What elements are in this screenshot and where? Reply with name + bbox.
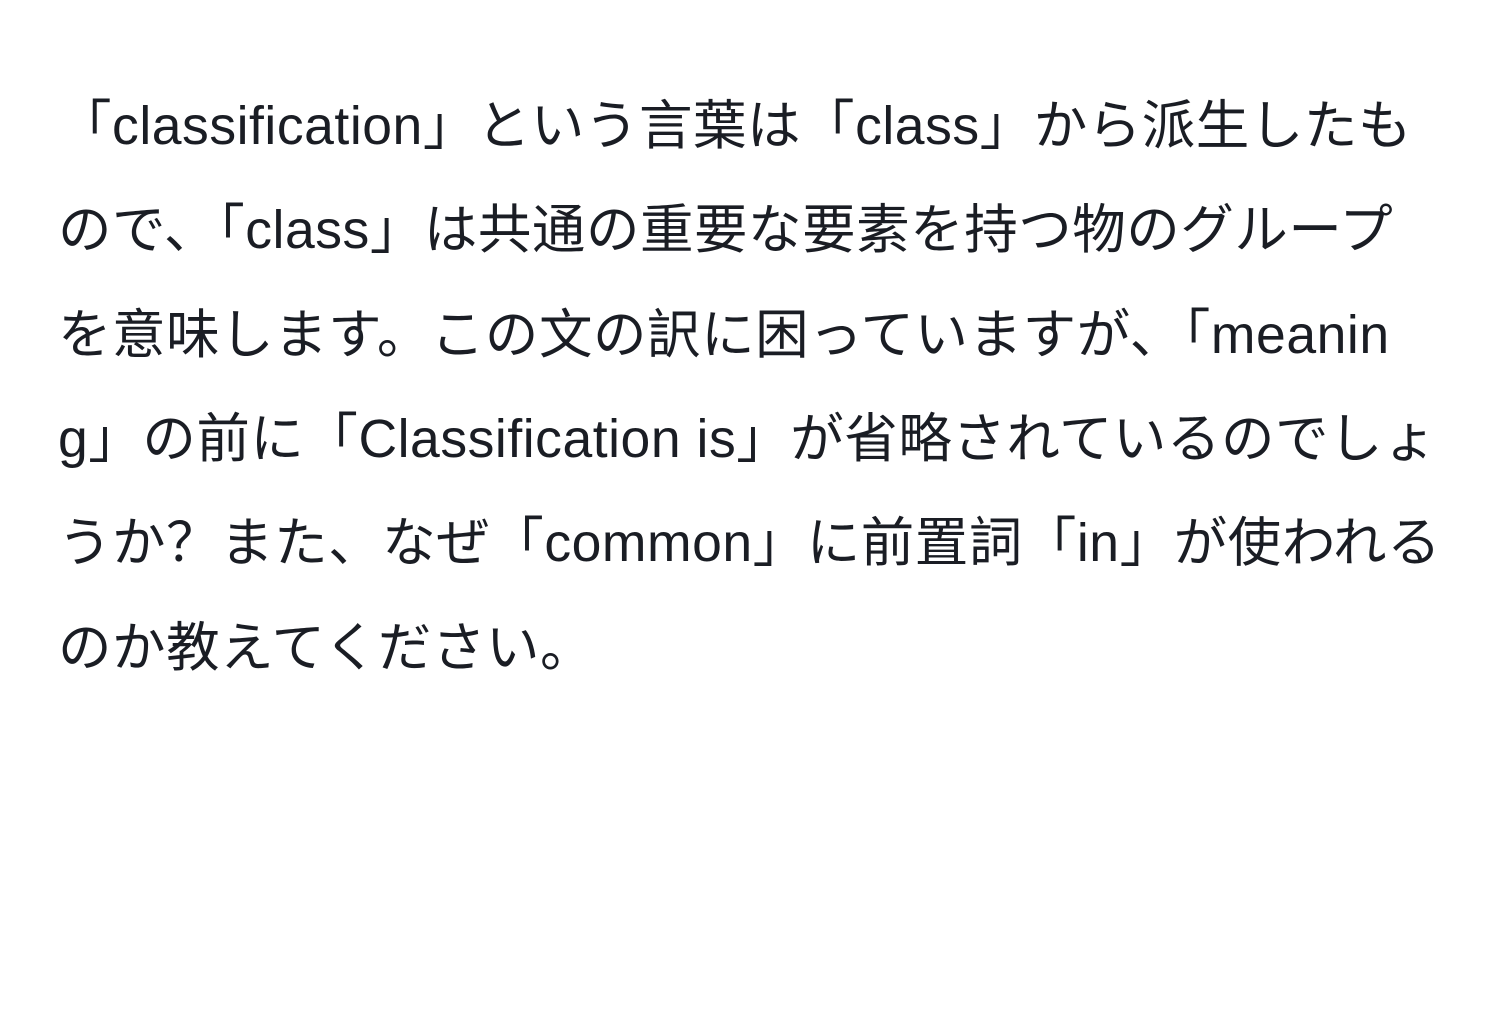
document-body-text: 「classification」という言葉は「class」から派生したもので、「…	[58, 75, 1442, 701]
